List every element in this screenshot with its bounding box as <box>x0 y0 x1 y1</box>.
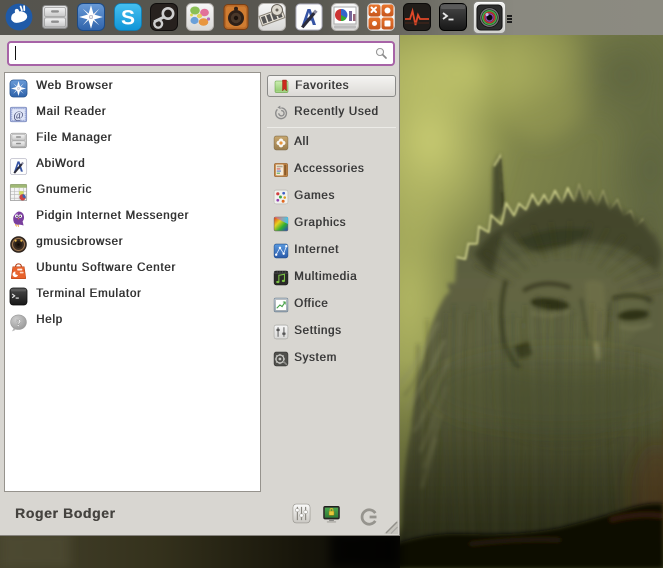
svg-text:S: S <box>121 7 135 30</box>
svg-text:?: ? <box>16 318 21 330</box>
svg-text:@: @ <box>14 110 24 122</box>
